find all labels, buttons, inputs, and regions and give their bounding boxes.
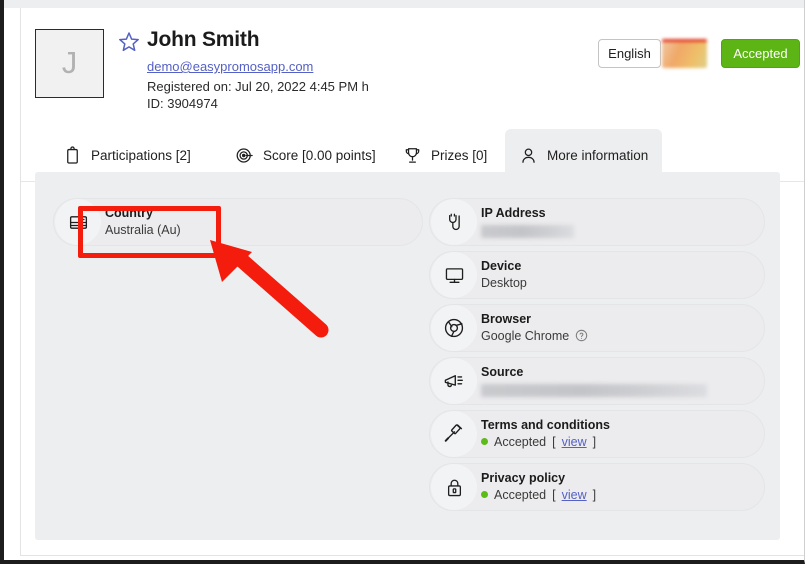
user-id-text: ID: 3904974 xyxy=(147,96,218,111)
card-value-redacted xyxy=(481,381,764,397)
terms-status-text: Accepted xyxy=(494,434,547,449)
profile-card-surface: J John Smith demo@easypromosapp.com Regi… xyxy=(20,8,804,556)
tab-label: Participations [2] xyxy=(91,147,191,163)
target-icon xyxy=(235,146,254,165)
card-value: Google Chrome xyxy=(481,328,764,344)
trophy-icon xyxy=(403,146,422,165)
app-window: J John Smith demo@easypromosapp.com Regi… xyxy=(0,0,805,564)
bracket-close: ] xyxy=(592,487,597,502)
lock-icon xyxy=(431,464,477,510)
tab-label: More information xyxy=(547,147,649,163)
status-dot xyxy=(481,491,488,499)
registered-on-text: Registered on: Jul 20, 2022 4:45 PM h xyxy=(147,79,369,94)
entry-thumbnail[interactable] xyxy=(662,39,707,68)
avatar: J xyxy=(35,29,104,98)
megaphone-icon xyxy=(431,358,477,404)
info-card-browser[interactable]: Browser Google Chrome xyxy=(429,304,765,352)
info-card-privacy-policy[interactable]: Privacy policy Accepted [ view] xyxy=(429,463,765,511)
card-value: Desktop xyxy=(481,275,527,290)
info-card-terms-and-conditions[interactable]: Terms and conditions Accepted [ view] xyxy=(429,410,765,458)
privacy-view-link[interactable]: view xyxy=(562,487,587,503)
help-icon[interactable] xyxy=(575,329,588,342)
info-column-left: Country Australia (Au) xyxy=(53,198,423,251)
redaction-bar xyxy=(481,224,574,238)
browser-value-text: Google Chrome xyxy=(481,328,570,343)
privacy-status-text: Accepted xyxy=(494,487,547,502)
monitor-icon xyxy=(431,252,477,298)
card-title: IP Address xyxy=(481,206,546,221)
status-dot xyxy=(481,438,488,446)
card-title: Device xyxy=(481,259,522,274)
card-title: Browser xyxy=(481,312,532,327)
thumbnail-stripe xyxy=(662,39,707,42)
info-card-device[interactable]: Device Desktop xyxy=(429,251,765,299)
email-link[interactable]: demo@easypromosapp.com xyxy=(147,59,313,74)
card-title: Privacy policy xyxy=(481,471,566,486)
redaction-bar xyxy=(481,383,707,397)
bracket-open: [ xyxy=(552,434,556,449)
info-column-right: IP Address Device Desktop Browser Google… xyxy=(429,198,765,516)
more-information-panel: Country Australia (Au) IP Address Device… xyxy=(35,172,780,540)
info-card-country[interactable]: Country Australia (Au) xyxy=(53,198,423,246)
gavel-icon xyxy=(431,411,477,457)
person-icon xyxy=(519,146,538,165)
card-value-redacted xyxy=(481,222,764,238)
page-title: John Smith xyxy=(147,28,260,51)
card-title: Source xyxy=(481,365,524,380)
plug-icon xyxy=(431,199,477,245)
chrome-icon xyxy=(431,305,477,351)
avatar-letter: J xyxy=(61,45,78,80)
info-card-source[interactable]: Source xyxy=(429,357,765,405)
info-card-ip-address[interactable]: IP Address xyxy=(429,198,765,246)
card-value: Accepted [ view] xyxy=(481,434,764,450)
profile-header: J John Smith demo@easypromosapp.com Regi… xyxy=(21,8,804,120)
clipboard-icon xyxy=(63,145,82,165)
bracket-close: ] xyxy=(592,434,597,449)
card-title: Terms and conditions xyxy=(481,418,610,433)
star-icon[interactable] xyxy=(117,30,141,54)
terms-view-link[interactable]: view xyxy=(562,434,587,450)
id-card-icon xyxy=(55,199,101,245)
language-button[interactable]: English xyxy=(598,39,661,68)
card-value: Accepted [ view] xyxy=(481,487,764,503)
tab-label: Prizes [0] xyxy=(431,147,488,163)
card-title: Country xyxy=(105,206,153,221)
window-top-strip xyxy=(4,0,804,8)
tab-label: Score [0.00 points] xyxy=(263,147,376,163)
card-value: Australia (Au) xyxy=(105,222,181,237)
bracket-open: [ xyxy=(552,487,556,502)
status-badge-button[interactable]: Accepted xyxy=(721,39,800,68)
